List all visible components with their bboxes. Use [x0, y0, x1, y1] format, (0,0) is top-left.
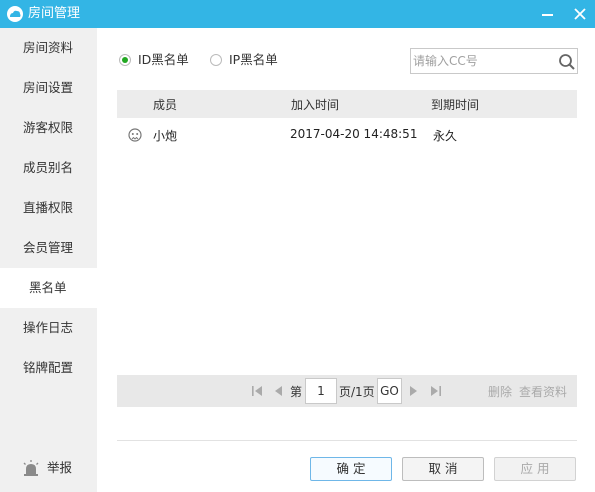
cancel-button[interactable]: 取 消 — [402, 457, 484, 481]
window-title: 房间管理 — [28, 6, 81, 21]
radio-label: IP黑名单 — [229, 52, 278, 67]
column-header-expires: 到期时间 — [431, 98, 480, 112]
table-header: 成员 加入时间 到期时间 — [117, 90, 577, 118]
radio-label: ID黑名单 — [138, 52, 189, 67]
radio-dot-selected — [119, 54, 131, 66]
search-icon[interactable] — [558, 53, 576, 71]
search-box — [410, 48, 578, 74]
sidebar-item-room-settings[interactable]: 房间设置 — [0, 68, 97, 108]
delete-link[interactable]: 删除 — [488, 383, 512, 400]
sidebar-item-guest-permissions[interactable]: 游客权限 — [0, 108, 97, 148]
user-avatar-icon — [128, 128, 142, 142]
sidebar-item-room-info[interactable]: 房间资料 — [0, 28, 97, 68]
sidebar-item-blacklist[interactable]: 黑名单 — [0, 268, 97, 308]
table-row[interactable]: 小炮 2017-04-20 14:48:51 永久 — [117, 120, 577, 148]
sidebar-item-operation-log[interactable]: 操作日志 — [0, 308, 97, 348]
report-label: 举报 — [47, 460, 73, 475]
last-page-icon[interactable] — [430, 384, 442, 398]
sidebar-nav: 房间资料 房间设置 游客权限 成员别名 直播权限 会员管理 黑名单 操作日志 铭… — [0, 28, 97, 492]
radio-ip-blacklist[interactable]: IP黑名单 — [210, 51, 300, 69]
confirm-button[interactable]: 确 定 — [310, 457, 392, 481]
first-page-icon[interactable] — [251, 384, 263, 398]
alarm-icon — [23, 460, 39, 476]
previous-page-icon[interactable] — [272, 384, 284, 398]
sidebar-item-live-permissions[interactable]: 直播权限 — [0, 188, 97, 228]
apply-button[interactable]: 应 用 — [494, 457, 576, 481]
column-header-joined: 加入时间 — [291, 98, 340, 112]
cell-expires: 永久 — [433, 129, 458, 143]
minimize-icon[interactable] — [540, 6, 556, 22]
cell-member: 小炮 — [153, 129, 178, 143]
view-profile-link[interactable]: 查看资料 — [519, 383, 567, 400]
go-button[interactable]: GO — [377, 378, 402, 404]
next-page-icon[interactable] — [408, 384, 420, 398]
radio-dot — [210, 54, 222, 66]
sidebar-item-vip-management[interactable]: 会员管理 — [0, 228, 97, 268]
close-icon[interactable] — [570, 4, 590, 24]
search-input[interactable] — [413, 52, 549, 70]
footer-divider — [117, 440, 577, 441]
pagination-bar: 第 页/1页 GO 删除 查看资料 — [117, 375, 577, 407]
title-bar: 房间管理 — [0, 0, 595, 28]
cc-cloud-logo-icon — [7, 6, 23, 22]
sidebar-item-nameplate-config[interactable]: 铭牌配置 — [0, 348, 97, 388]
page-count: 页/1页 — [339, 385, 375, 399]
page-prefix: 第 — [290, 385, 303, 399]
page-number-input[interactable] — [305, 378, 337, 404]
cell-joined: 2017-04-20 14:48:51 — [290, 127, 418, 141]
radio-id-blacklist[interactable]: ID黑名单 — [119, 51, 209, 69]
sidebar-item-member-alias[interactable]: 成员别名 — [0, 148, 97, 188]
column-header-member: 成员 — [153, 98, 178, 112]
